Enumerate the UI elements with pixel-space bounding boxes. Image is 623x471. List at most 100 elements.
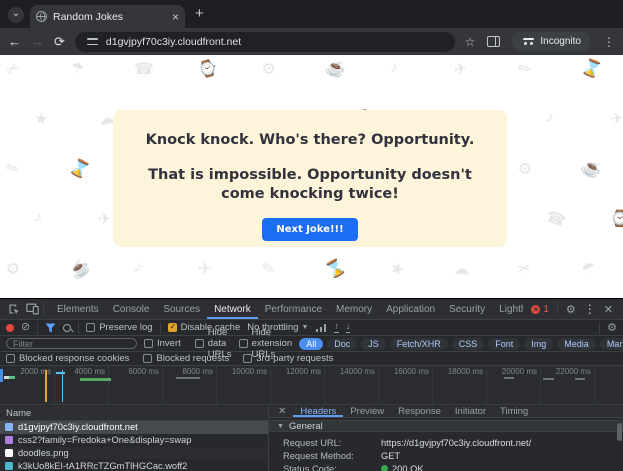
request-row[interactable]: doodles.png: [0, 447, 268, 460]
field-value: 200 OK: [381, 464, 424, 471]
devtools-tab-application[interactable]: Application: [379, 299, 442, 319]
timeline-tick-label: 14000 ms: [340, 367, 378, 376]
field-value: GET: [381, 451, 400, 461]
url-text: d1gvjpyf70c3iy.cloudfront.net: [106, 36, 241, 48]
tab-close-icon[interactable]: ×: [172, 11, 179, 23]
doodle-icon: ♪: [545, 108, 556, 127]
export-har-icon[interactable]: ↓: [346, 322, 351, 333]
preserve-log-checkbox[interactable]: Preserve log: [86, 322, 152, 333]
details-tab-timing[interactable]: Timing: [493, 406, 535, 417]
filter-pill-manifest[interactable]: Manifest: [600, 338, 623, 350]
doodle-icon: ⌚: [196, 57, 221, 82]
3rd-party-requests-checkbox[interactable]: 3rd-party requests: [243, 353, 333, 364]
timeline-waterfall-bar: [9, 376, 15, 379]
timeline-tick-label: 12000 ms: [286, 367, 324, 376]
filter-input[interactable]: [6, 338, 137, 349]
filter-pill-img[interactable]: Img: [524, 338, 553, 350]
record-network-icon[interactable]: [6, 324, 14, 332]
back-icon[interactable]: ←: [8, 35, 21, 48]
filter-pill-doc[interactable]: Doc: [327, 338, 357, 350]
address-bar[interactable]: d1gvjpyf70c3iy.cloudfront.net: [75, 32, 455, 52]
devtools-tab-lighthouse[interactable]: Lighthouse: [492, 299, 523, 319]
doodle-icon: ✂: [1, 57, 23, 81]
blocked-response-cookies-checkbox[interactable]: Blocked response cookies: [6, 353, 129, 364]
details-tab-preview[interactable]: Preview: [343, 406, 391, 417]
devtools-tab-memory[interactable]: Memory: [329, 299, 379, 319]
devtools-tab-security[interactable]: Security: [442, 299, 492, 319]
forward-icon[interactable]: →: [31, 35, 44, 48]
devtools-tab-network[interactable]: Network: [207, 299, 258, 319]
doodle-icon: ⌚: [610, 209, 623, 230]
network-conditions-icon[interactable]: [315, 323, 327, 332]
filter-pill-fetch-xhr[interactable]: Fetch/XHR: [390, 338, 448, 350]
details-tab-response[interactable]: Response: [391, 406, 448, 417]
doodle-icon: ⌛: [322, 255, 349, 282]
site-settings-icon[interactable]: [87, 37, 98, 46]
doodle-icon: ✈: [452, 58, 470, 81]
doodle-icon: ★: [33, 108, 49, 129]
bookmark-icon[interactable]: ☆: [465, 35, 476, 49]
invert-checkbox[interactable]: Invert: [144, 338, 181, 349]
devtools-tab-sources[interactable]: Sources: [156, 299, 207, 319]
error-badge[interactable]: × 1: [531, 304, 549, 315]
error-count: 1: [543, 304, 549, 315]
doodle-icon: ☁: [453, 258, 471, 280]
doodle-icon: ⌛: [66, 155, 93, 182]
next-joke-button[interactable]: Next Joke!!!: [262, 218, 357, 241]
status-ok-icon: [381, 465, 388, 471]
filter-pill-js[interactable]: JS: [361, 338, 386, 350]
side-panel-icon[interactable]: [487, 36, 500, 47]
new-tab-button[interactable]: +: [195, 5, 204, 22]
tab-search-button[interactable]: ⌄: [8, 7, 24, 23]
devtools-tab-performance[interactable]: Performance: [258, 299, 329, 319]
timeline-tick-label: 2000 ms: [20, 367, 54, 376]
import-har-icon[interactable]: ↑: [334, 322, 339, 333]
request-row[interactable]: d1gvjpyf70c3iy.cloudfront.net: [0, 421, 268, 434]
name-column-header[interactable]: Name: [0, 406, 268, 421]
devtools-menu-icon[interactable]: ⋮: [584, 302, 596, 316]
filter-icon[interactable]: [45, 323, 56, 333]
joke-setup: Knock knock. Who's there? Opportunity.: [131, 132, 489, 148]
checkbox-icon: [86, 323, 95, 332]
timeline-waterfall-bar: [80, 378, 111, 381]
doodle-icon: ⌛: [579, 56, 605, 82]
network-overview-timeline[interactable]: 2000 ms4000 ms6000 ms8000 ms10000 ms1200…: [0, 366, 623, 405]
network-settings-icon[interactable]: ⚙: [607, 321, 617, 334]
details-tab-initiator[interactable]: Initiator: [448, 406, 493, 417]
reload-icon[interactable]: ⟳: [54, 35, 65, 48]
timeline-gridline: [54, 366, 55, 404]
blocked-requests-checkbox[interactable]: Blocked requests: [143, 353, 229, 364]
filter-pill-media[interactable]: Media: [557, 338, 596, 350]
request-row[interactable]: css2?family=Fredoka+One&display=swap: [0, 434, 268, 447]
inspect-element-icon[interactable]: [8, 303, 20, 315]
general-section-header[interactable]: ▼ General: [269, 420, 623, 432]
clear-network-icon[interactable]: ⊘: [21, 322, 30, 333]
document-file-icon: [5, 423, 13, 431]
search-network-icon[interactable]: [63, 324, 71, 332]
timeline-event-line: [45, 370, 47, 402]
devtools-settings-icon[interactable]: ⚙: [566, 303, 576, 316]
browser-tab[interactable]: Random Jokes ×: [30, 5, 185, 28]
stylesheet-file-icon: [5, 436, 13, 444]
doodle-icon: ⚙: [4, 257, 23, 280]
browser-menu-icon[interactable]: ⋮: [603, 35, 615, 49]
filter-pill-font[interactable]: Font: [488, 338, 520, 350]
doodle-icon: ✎: [260, 258, 278, 281]
doodle-icon: ⚙: [515, 157, 536, 181]
close-details-icon[interactable]: ✕: [273, 406, 291, 417]
filter-pill-css[interactable]: CSS: [452, 338, 485, 350]
timeline-gridline: [324, 366, 325, 404]
request-row[interactable]: k3kUo8kEI-tA1RRcTZGmTlHGCac.woff2: [0, 459, 268, 471]
devtools-tab-elements[interactable]: Elements: [50, 299, 106, 319]
network-toolbar: ⊘ Preserve log Disable cache No throttli…: [0, 320, 623, 336]
devtools-tab-console[interactable]: Console: [106, 299, 157, 319]
chevron-down-icon: ▼: [301, 324, 308, 331]
timeline-gridline: [270, 366, 271, 404]
joke-punchline: That is impossible. Opportunity doesn't …: [131, 166, 489, 204]
browser-window: ⌄ Random Jokes × + ← → ⟳ d1gvjpyf70c3iy.…: [0, 0, 623, 471]
filter-pill-all[interactable]: All: [299, 338, 323, 350]
device-toolbar-icon[interactable]: [26, 303, 39, 315]
devtools-close-icon[interactable]: ✕: [604, 303, 613, 316]
details-scrollbar-thumb[interactable]: [617, 423, 622, 441]
details-tab-headers[interactable]: Headers: [293, 406, 343, 417]
